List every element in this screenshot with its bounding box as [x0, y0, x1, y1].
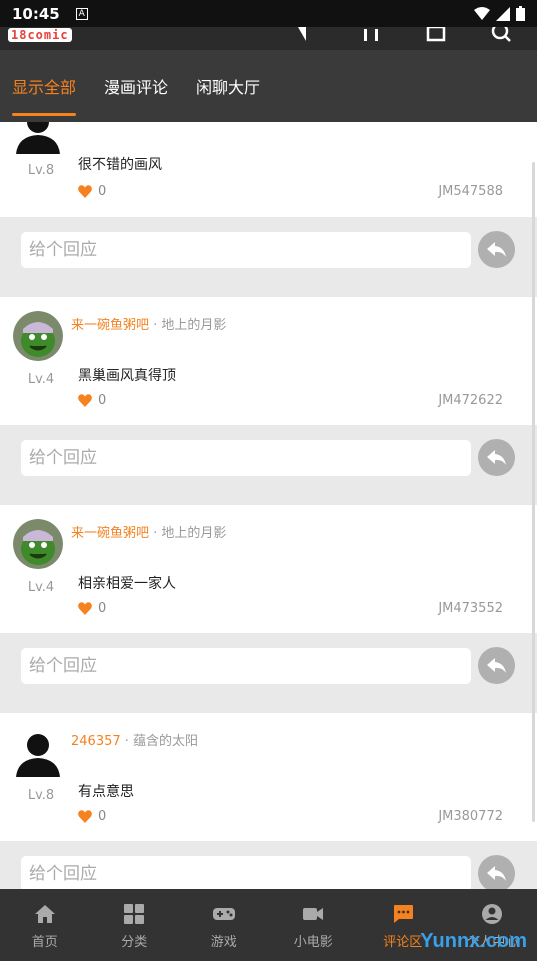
nav-games[interactable]: 游戏 [179, 889, 269, 961]
reply-arrow-icon [486, 449, 506, 465]
user-line: 来一碗鱼粥吧 · 地上的月影 [71, 522, 226, 541]
battery-icon [516, 6, 525, 21]
nav-videos[interactable]: 小电影 [269, 889, 359, 961]
user-line: 来一碗鱼粥吧 · 地上的月影 [71, 314, 226, 333]
status-bar: 10:45 A [0, 0, 537, 27]
comment-card: Lv.4 来一碗鱼粥吧 · 地上的月影 相亲相爱一家人 0 JM473552 [0, 505, 537, 633]
comment-text: 黑巢画风真得顶 [78, 368, 176, 384]
reply-button[interactable] [478, 231, 515, 268]
nav-category[interactable]: 分类 [90, 889, 180, 961]
username[interactable]: 246357 [71, 734, 121, 749]
username[interactable]: 来一碗鱼粥吧 [71, 318, 149, 333]
reply-arrow-icon [486, 865, 506, 881]
comment-text: 很不错的画风 [78, 157, 162, 173]
reply-input[interactable] [21, 856, 471, 889]
user-avatar[interactable] [13, 727, 63, 777]
nav-label: 分类 [121, 935, 148, 950]
comment-card: Lv.4 来一碗鱼粥吧 · 地上的月影 黑巢画风真得顶 0 JM472622 [0, 297, 537, 425]
search-icon[interactable] [490, 27, 512, 43]
user-level: Lv.8 [27, 788, 55, 803]
tab-comic-comments[interactable]: 漫画评论 [104, 50, 168, 122]
status-time: 10:45 [12, 4, 60, 23]
home-header-icon[interactable] [360, 27, 382, 43]
video-icon [303, 908, 324, 920]
reply-area [0, 217, 537, 297]
wifi-icon [474, 6, 490, 20]
like-count: 0 [98, 184, 107, 199]
comment-icon [393, 905, 413, 923]
home-icon [34, 905, 55, 923]
like-button[interactable]: 0 [78, 184, 106, 199]
notification-a-icon: A [75, 7, 88, 20]
reply-arrow-icon [486, 657, 506, 673]
like-button[interactable]: 0 [78, 601, 106, 616]
user-avatar[interactable] [13, 122, 63, 154]
comment-card: Lv.8 246357 · 蕴含的太阳 有点意思 0 JM380772 [0, 713, 537, 841]
signal-icon [496, 6, 510, 21]
comic-code[interactable]: JM472622 [438, 393, 503, 408]
nav-label: 游戏 [210, 935, 237, 950]
like-button[interactable]: 0 [78, 393, 106, 408]
reply-button[interactable] [478, 647, 515, 684]
comment-text: 有点意思 [78, 784, 134, 800]
reply-target[interactable]: · 地上的月影 [153, 526, 226, 541]
comment-text: 相亲相爱一家人 [78, 576, 176, 592]
nav-label: 评论区 [383, 935, 423, 950]
reply-input[interactable] [21, 440, 471, 476]
tab-bar: 显示全部 漫画评论 闲聊大厅 [0, 50, 537, 122]
scrollbar[interactable] [532, 162, 535, 822]
username[interactable]: 来一碗鱼粥吧 [71, 526, 149, 541]
logo-text: 18comic [8, 28, 72, 42]
user-avatar[interactable] [13, 519, 63, 569]
reply-target[interactable]: · 地上的月影 [153, 318, 226, 333]
heart-icon [78, 602, 92, 615]
nav-label: 首页 [31, 935, 58, 950]
reply-button[interactable] [478, 855, 515, 889]
comic-code[interactable]: JM473552 [438, 601, 503, 616]
heart-icon [78, 394, 92, 407]
reply-area [0, 841, 537, 889]
comment-card: Lv.8 很不错的画风 0 JM547588 [0, 122, 537, 217]
bottom-nav: 首页 分类 游戏 小电影 评论区 个人中心 Yunnx.com [0, 889, 537, 961]
comment-feed[interactable]: Lv.8 很不错的画风 0 JM547588 Lv.4 来一碗鱼粥吧 · 地上的… [0, 122, 537, 889]
nav-label: 小电影 [293, 935, 333, 950]
user-avatar[interactable] [13, 311, 63, 361]
reply-target[interactable]: · 蕴含的太阳 [125, 734, 198, 749]
user-line: 246357 · 蕴含的太阳 [71, 730, 198, 749]
like-count: 0 [98, 393, 107, 408]
heart-icon [78, 185, 92, 198]
user-icon [482, 904, 503, 924]
reply-button[interactable] [478, 439, 515, 476]
like-count: 0 [98, 601, 107, 616]
watermark: Yunnx.com [420, 930, 527, 952]
like-count: 0 [98, 809, 107, 824]
reply-input[interactable] [21, 648, 471, 684]
reply-arrow-icon [486, 241, 506, 257]
reply-input[interactable] [21, 232, 471, 268]
tab-show-all[interactable]: 显示全部 [12, 50, 77, 122]
tab-chat-hall[interactable]: 闲聊大厅 [196, 50, 260, 122]
bookmark-icon[interactable] [425, 27, 447, 43]
grid-icon [124, 904, 145, 924]
comic-code[interactable]: JM547588 [438, 184, 503, 199]
user-level: Lv.4 [27, 580, 55, 595]
gamepad-icon [212, 908, 235, 920]
user-level: Lv.8 [27, 163, 55, 178]
heart-icon [78, 810, 92, 823]
like-button[interactable]: 0 [78, 809, 106, 824]
app-header: 18comic [0, 27, 537, 50]
comic-code[interactable]: JM380772 [438, 809, 503, 824]
filter-icon[interactable] [296, 27, 318, 43]
app-logo[interactable]: 18comic [8, 27, 120, 43]
reply-area [0, 425, 537, 505]
nav-home[interactable]: 首页 [0, 889, 90, 961]
user-level: Lv.4 [27, 372, 55, 387]
reply-area [0, 633, 537, 713]
